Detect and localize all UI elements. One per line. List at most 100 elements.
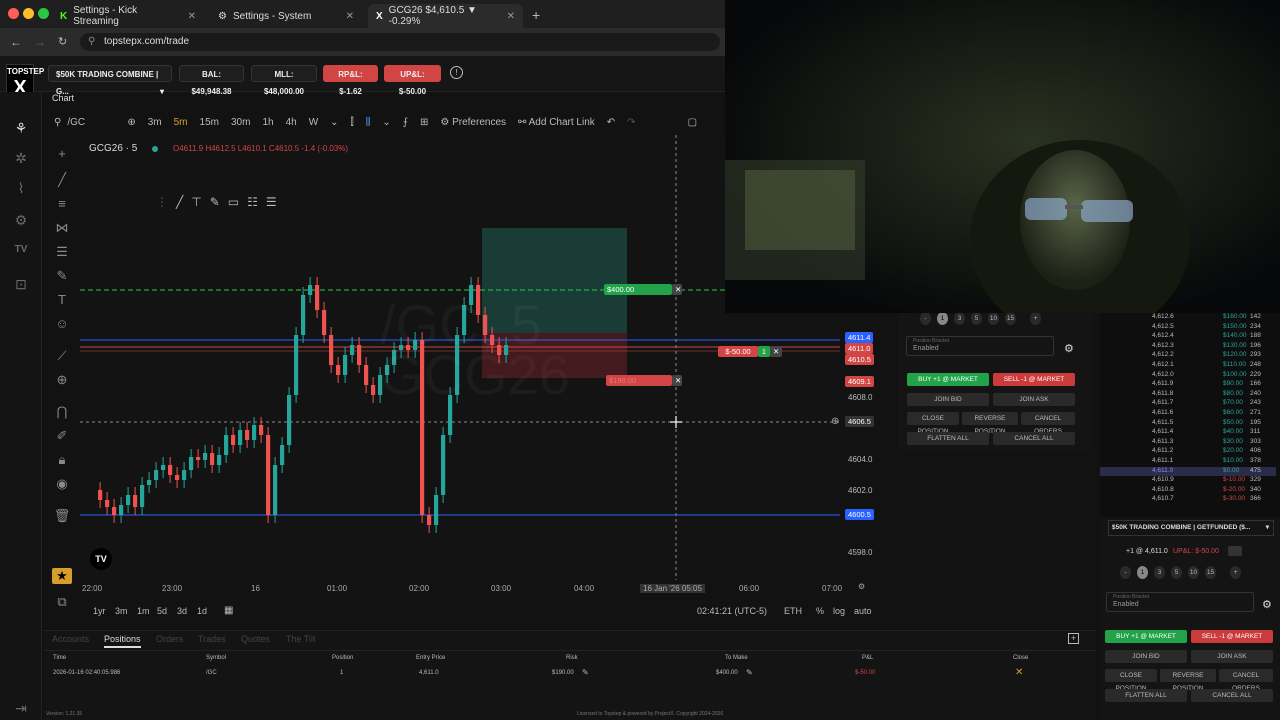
sell-market-button[interactable]: SELL -1 @ MARKET (993, 373, 1075, 386)
tradingview-logo[interactable]: TV (90, 548, 112, 570)
tab-trades[interactable]: Trades (198, 634, 226, 644)
qty-decrease-icon[interactable]: - (920, 312, 931, 325)
ladder-row[interactable]: 4,612.5 $150.00 234 (1100, 323, 1276, 332)
indicators-icon[interactable]: ⨍ (397, 112, 414, 134)
search-icon[interactable]: ⚲ (48, 112, 67, 134)
magnet-icon[interactable]: ⋂ (52, 404, 72, 420)
reload-icon[interactable]: ↻ (58, 35, 67, 48)
tab-the-tilt[interactable]: The Tilt (286, 634, 316, 644)
ladder-row[interactable]: 4,611.4 $40.00 311 (1100, 428, 1276, 437)
auto-scale-toggle[interactable]: auto (854, 606, 872, 616)
preferences-button[interactable]: ⚙ Preferences (434, 112, 512, 134)
timeframe-15m[interactable]: 15m (194, 112, 225, 134)
layers-icon[interactable]: ⧉ (52, 594, 72, 610)
join-ask-button-2[interactable]: JOIN ASK (1191, 650, 1273, 663)
take-profit-order-label[interactable]: $400.00 (604, 284, 672, 295)
brush-tool-icon[interactable]: ✎ (210, 195, 220, 209)
trendline-icon[interactable]: ╱ (52, 172, 72, 188)
ladder-row[interactable]: 4,610.7 $-30.00 366 (1100, 495, 1276, 504)
edit-risk-icon[interactable]: ✎ (582, 668, 589, 677)
ladder-row[interactable]: 4,611.9 $90.00 166 (1100, 380, 1276, 389)
buy-market-button[interactable]: BUY +1 @ MARKET (907, 373, 989, 386)
emoji-icon[interactable]: ☺ (52, 316, 72, 332)
line-tool-icon[interactable]: ╱ (176, 195, 183, 209)
chart-tab[interactable]: Chart (52, 93, 74, 103)
pencil-lock-icon[interactable]: ✐ (52, 428, 72, 444)
qty-option[interactable]: 15 (1005, 312, 1016, 325)
tab-accounts[interactable]: Accounts (52, 634, 89, 644)
close-position-button[interactable]: CLOSE POSITION (907, 412, 959, 435)
redo-icon[interactable]: ↷ (621, 112, 641, 134)
close-tab-icon[interactable]: ✕ (188, 11, 196, 22)
stop-loss-order-label[interactable]: $190.00 (606, 375, 672, 386)
log-scale-toggle[interactable]: log (833, 606, 845, 616)
lock-icon[interactable]: ⊡ (10, 276, 32, 292)
forward-icon[interactable]: → (34, 35, 46, 49)
edit-target-icon[interactable]: ✎ (746, 668, 753, 677)
ladder-row[interactable]: 4,610.8 $-20.00 340 (1100, 486, 1276, 495)
add-alert-icon[interactable]: ⊕ (831, 416, 839, 427)
maximize-window-icon[interactable] (38, 8, 49, 19)
layout-icon[interactable]: ⊞ (414, 112, 434, 134)
qty-decrease-icon[interactable]: - (1120, 566, 1131, 579)
cancel-orders-button[interactable]: CANCEL ORDERS (1021, 412, 1075, 435)
horizontal-lines-icon[interactable]: ≡ (52, 196, 72, 212)
ladder-row[interactable]: 4,611.5 $50.00 195 (1100, 419, 1276, 428)
sell-market-button-2[interactable]: SELL -1 @ MARKET (1191, 630, 1273, 643)
account-select[interactable]: $50K TRADING COMBINE | G... ▾ (48, 65, 172, 96)
close-position-button-2[interactable]: CLOSE POSITION (1105, 669, 1157, 692)
goto-date-icon[interactable]: ▦ (224, 605, 233, 616)
tab-orders[interactable]: Orders (156, 634, 184, 644)
close-icon[interactable]: ✕ (672, 284, 682, 295)
brush-icon[interactable]: ✎ (52, 268, 72, 284)
site-info-icon[interactable]: ⚲ (88, 33, 95, 51)
range-1yr[interactable]: 1yr (93, 606, 106, 616)
qty-option[interactable]: 1 (1137, 566, 1148, 579)
chevron-down-icon[interactable]: ⌄ (324, 112, 344, 134)
reverse-position-button-2[interactable]: REVERSE POSITION (1160, 669, 1216, 692)
browser-tab-topstep[interactable]: X GCG26 $4,610.5 ▼ -0.29% ✕ (368, 4, 523, 28)
ladder-row[interactable]: 4,612.6 $160.00 142 (1100, 313, 1276, 322)
lock-drawings-icon[interactable]: 🔒︎ (52, 452, 72, 468)
qty-option[interactable]: 10 (1188, 566, 1199, 579)
analytics-icon[interactable]: ⌇ (10, 180, 32, 196)
ladder-row[interactable]: 4,612.3 $130.00 196 (1100, 342, 1276, 351)
qty-increase-icon[interactable]: + (1230, 566, 1241, 579)
bracket-select[interactable]: Position Bracket Enabled (906, 336, 1054, 356)
ladder-row[interactable]: 4,611.6 $60.00 271 (1100, 409, 1276, 418)
timeframe-4h[interactable]: 4h (280, 112, 303, 134)
ladder-row[interactable]: 4,611.8 $80.00 240 (1100, 390, 1276, 399)
zoom-icon[interactable]: ⊕ (52, 372, 72, 388)
chart-nav-icon[interactable]: ⚘ (10, 120, 32, 136)
info-icon[interactable]: ! (450, 66, 463, 79)
favorite-star-icon[interactable]: ★ (52, 568, 72, 584)
logout-icon[interactable]: ⇥ (10, 700, 32, 716)
ladder-row[interactable]: 4,612.4 $140.00 188 (1100, 332, 1276, 341)
qty-increase-icon[interactable]: + (1030, 312, 1041, 325)
timeframe-3m[interactable]: 3m (142, 112, 168, 134)
ladder-row[interactable]: 4,612.1 $110.00 248 (1100, 361, 1276, 370)
position-pnl-label[interactable]: $-50.00 (718, 346, 758, 357)
ladder-row[interactable]: 4,611.0 $0.00 475 (1100, 466, 1276, 476)
cancel-all-button[interactable]: CANCEL ALL (993, 432, 1075, 445)
browser-tab-kick[interactable]: K Settings - Kick Streaming ✕ (52, 4, 204, 28)
candles-icon[interactable]: ⫼ (360, 112, 377, 134)
account-select[interactable]: $50K TRADING COMBINE | GETFUNDED ($... ▾ (1108, 520, 1274, 536)
flatten-all-button[interactable]: FLATTEN ALL (907, 432, 989, 445)
qty-option[interactable]: 5 (1171, 566, 1182, 579)
price-ladder[interactable]: 4,612.6 $160.00 142 4,612.5 $150.00 234 4,612.… (1100, 312, 1280, 517)
rectangle-tool-icon[interactable]: ▭ (228, 195, 239, 209)
axis-settings-icon[interactable]: ⚙ (858, 582, 865, 591)
ray-tool-icon[interactable]: ⊤ (191, 195, 201, 209)
ladder-row[interactable]: 4,612.0 $100.00 229 (1100, 371, 1276, 380)
percent-scale-toggle[interactable]: % (816, 606, 824, 616)
fullscreen-icon[interactable]: ▢ (682, 112, 703, 134)
bracket-select-2[interactable]: Position Bracket Enabled (1106, 592, 1254, 612)
ladder-row[interactable]: 4,611.2 $20.00 406 (1100, 447, 1276, 456)
ladder-row[interactable]: 4,611.3 $30.00 303 (1100, 438, 1276, 447)
settings-icon[interactable]: ⚙ (10, 212, 32, 228)
range-3m[interactable]: 3m (115, 606, 128, 616)
add-panel-icon[interactable]: + (1068, 633, 1079, 644)
close-tab-icon[interactable]: ✕ (507, 11, 515, 22)
close-window-icon[interactable] (8, 8, 19, 19)
